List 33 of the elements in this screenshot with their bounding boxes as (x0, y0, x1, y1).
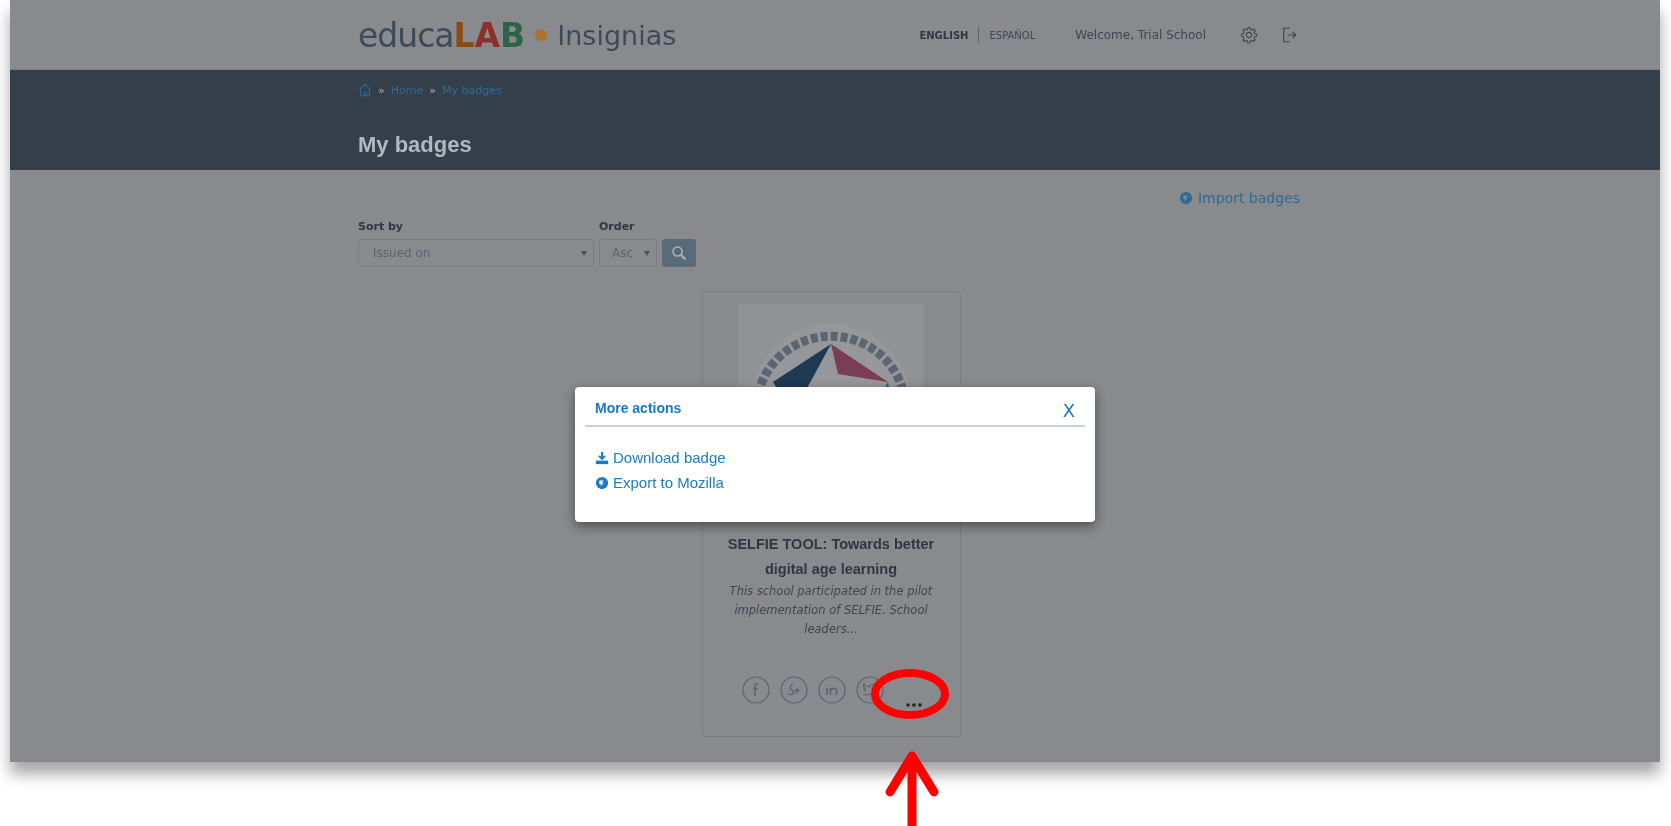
home-icon[interactable] (358, 83, 372, 97)
breadcrumb-separator: » (378, 83, 385, 97)
language-link[interactable]: ESPAÑOL (989, 29, 1036, 41)
search-icon (671, 245, 687, 261)
search-button[interactable] (662, 239, 696, 267)
badge-description: This school participated in the pilot implementation of SELFIE. School leaders... (728, 583, 934, 638)
action-link[interactable]: Export to Mozilla (595, 474, 724, 491)
import-badges-link[interactable]: Import badges (1178, 190, 1300, 206)
badge-title: SELFIE TOOL: Towards better digital age learning (726, 535, 936, 579)
page-title: My badges (358, 132, 473, 158)
logo-text: educa (358, 15, 454, 55)
settings-icon[interactable] (1240, 26, 1258, 44)
breadcrumb-separator: » (429, 83, 436, 97)
breadcrumb-link[interactable]: My badges (441, 83, 502, 97)
logo-text: LAB (453, 15, 526, 55)
export-icon (595, 475, 609, 490)
linkedin-icon[interactable] (817, 676, 846, 704)
import-icon (1178, 191, 1193, 205)
action-link[interactable]: Download badge (595, 449, 726, 466)
logo-text: Insignias (557, 19, 677, 51)
breadcrumb-link[interactable]: Home (390, 83, 424, 97)
order-label: Order (599, 220, 636, 233)
more-icon[interactable] (905, 703, 922, 707)
welcome-text: Welcome, Trial School (1075, 28, 1206, 42)
dot-icon (535, 29, 548, 41)
close-button[interactable]: X (1062, 400, 1075, 425)
dialog-title: More actions (595, 400, 682, 418)
logout-icon[interactable] (1280, 26, 1298, 44)
facebook-icon[interactable] (741, 676, 770, 704)
language-link[interactable]: ENGLISH (919, 29, 969, 41)
download-icon (595, 450, 609, 465)
bird-icon[interactable] (855, 676, 884, 704)
sort-label: Sort by (358, 220, 405, 233)
